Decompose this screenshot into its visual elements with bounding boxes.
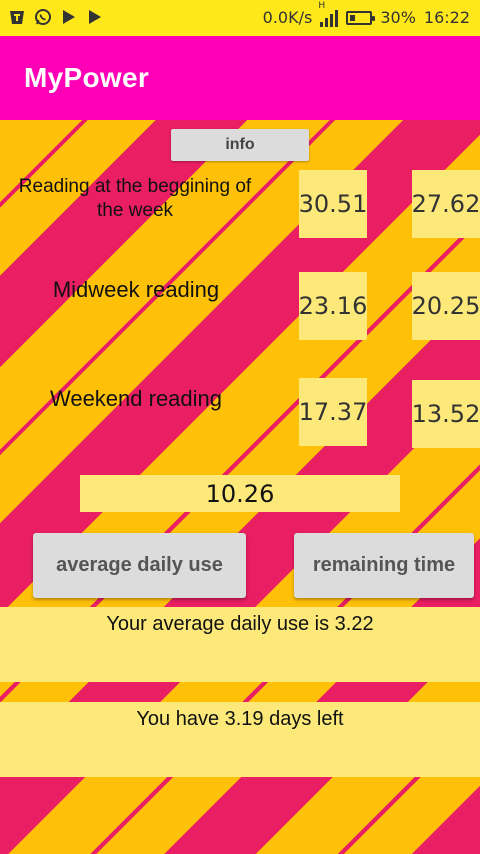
weekend-reading-a[interactable]: 17.37	[299, 378, 367, 446]
signal-strength-icon: H	[318, 1, 339, 27]
t-app-icon	[10, 11, 24, 24]
clock: 16:22	[423, 8, 470, 27]
remaining-time-button[interactable]: remaining time	[294, 533, 474, 598]
beginning-week-reading-a[interactable]: 30.51	[299, 170, 367, 238]
play-store-icon	[63, 10, 75, 24]
average-result-text: Your average daily use is 3.22	[106, 613, 374, 635]
weekend-label: Weekend reading	[49, 386, 223, 411]
status-bar-left	[8, 8, 104, 26]
whatsapp-icon	[35, 9, 51, 25]
midweek-reading-b[interactable]: 20.25	[412, 272, 480, 340]
beginning-week-label: Reading at the beggining of the week	[18, 176, 252, 221]
network-type-label: H	[318, 1, 326, 11]
average-daily-use-button[interactable]: average daily use	[33, 533, 246, 598]
app-bar: MyPower	[0, 36, 480, 120]
battery-fill	[350, 15, 356, 21]
status-bar: 0.0K/s H 30% 16:22	[0, 0, 480, 36]
remaining-result-panel: You have 3.19 days left	[0, 702, 480, 777]
info-button[interactable]: info	[171, 129, 309, 161]
midweek-label: Midweek reading	[52, 277, 220, 302]
weekend-reading-b[interactable]: 13.52	[412, 380, 480, 448]
beginning-week-reading-b[interactable]: 27.62	[412, 170, 480, 238]
average-result-panel: Your average daily use is 3.22	[0, 607, 480, 682]
battery-percent: 30%	[380, 8, 416, 27]
remaining-result-text: You have 3.19 days left	[136, 708, 344, 730]
midweek-reading-a[interactable]: 23.16	[299, 272, 367, 340]
result-value[interactable]: 10.26	[80, 475, 400, 512]
network-speed: 0.0K/s	[262, 8, 313, 27]
play-store-icon	[89, 10, 101, 24]
app-title: MyPower	[24, 62, 150, 93]
battery-icon	[346, 11, 376, 25]
status-bar-right: 0.0K/s H 30% 16:22	[262, 1, 470, 28]
